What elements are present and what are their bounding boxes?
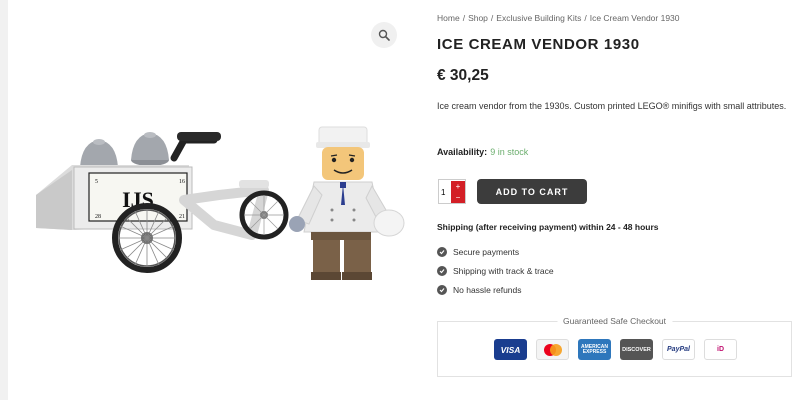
check-circle-icon	[437, 265, 447, 276]
breadcrumb-separator: /	[584, 13, 587, 23]
breadcrumb-category[interactable]: Exclusive Building Kits	[496, 13, 581, 23]
feature-label: Shipping with track & trace	[453, 265, 554, 276]
check-circle-icon	[437, 246, 447, 257]
add-to-cart-button[interactable]: ADD TO CART	[477, 179, 587, 204]
american-express-icon: AMERICAN EXPRESS	[578, 339, 611, 360]
front-wheel	[112, 203, 182, 273]
page-edge	[0, 0, 8, 400]
zoom-button[interactable]	[371, 22, 397, 48]
availability: Availability: 9 in stock	[437, 147, 528, 157]
product-description: Ice cream vendor from the 1930s. Custom …	[437, 101, 787, 111]
safe-checkout-title: Guaranteed Safe Checkout	[556, 316, 673, 326]
ideal-icon: iD	[704, 339, 737, 360]
cart-number: 5	[95, 179, 98, 185]
mastercard-icon	[536, 339, 569, 360]
product-summary: Home / Shop / Exclusive Building Kits / Ice Cr…	[437, 0, 792, 400]
breadcrumb: Home / Shop / Exclusive Building Kits / Ice Cr…	[437, 13, 680, 23]
product-gallery: IJS 5 16 28 21	[14, 10, 414, 390]
breadcrumb-separator: /	[490, 13, 494, 23]
shipping-note: Shipping (after receiving payment) withi…	[437, 222, 659, 232]
plus-icon[interactable]: +	[451, 181, 465, 192]
breadcrumb-shop[interactable]: Shop	[468, 13, 488, 23]
breadcrumb-separator: /	[462, 13, 466, 23]
breadcrumb-current: Ice Cream Vendor 1930	[589, 13, 680, 23]
product-price: € 30,25	[437, 67, 489, 84]
product-title: ICE CREAM VENDOR 1930	[437, 36, 640, 53]
availability-label: Availability:	[437, 147, 488, 157]
cart-handle	[170, 132, 221, 162]
list-item: Shipping with track & trace	[437, 261, 554, 280]
stock-status: 9 in stock	[490, 147, 529, 157]
list-item: Secure payments	[437, 242, 554, 261]
paypal-icon: PayPal	[662, 339, 695, 360]
feature-label: No hassle refunds	[453, 284, 522, 295]
cart-number: 28	[95, 214, 101, 220]
list-item: No hassle refunds	[437, 280, 554, 299]
magnifier-icon	[378, 29, 390, 41]
minifig-vendor	[289, 126, 405, 280]
check-circle-icon	[437, 284, 447, 295]
breadcrumb-home[interactable]: Home	[437, 13, 460, 23]
minus-icon[interactable]: −	[451, 192, 465, 203]
cart-number: 16	[179, 179, 185, 185]
feature-label: Secure payments	[453, 246, 520, 257]
discover-icon: DISCOVER	[620, 339, 653, 360]
safe-checkout-box: Guaranteed Safe Checkout VISA AMERICAN E…	[437, 316, 792, 377]
product-image[interactable]: IJS 5 16 28 21	[14, 10, 414, 390]
cart-number: 21	[179, 214, 185, 220]
quantity-input[interactable]	[441, 186, 451, 198]
rear-wheel	[239, 190, 289, 240]
feature-list: Secure payments Shipping with track & tr…	[437, 242, 554, 299]
visa-icon: VISA	[494, 339, 527, 360]
payment-methods: VISA AMERICAN EXPRESS DISCOVER PayPal iD	[494, 339, 737, 360]
quantity-stepper: + −	[438, 179, 466, 204]
